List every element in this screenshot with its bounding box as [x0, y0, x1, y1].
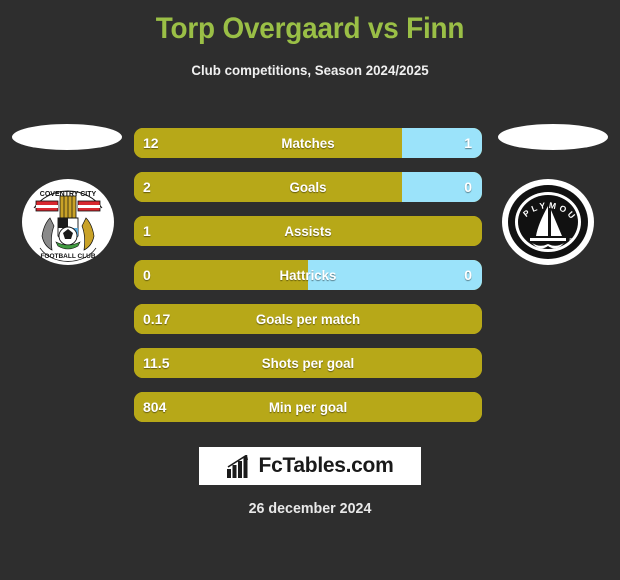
page-subtitle: Club competitions, Season 2024/2025	[191, 62, 429, 78]
stat-row: 2 Goals 0	[134, 172, 482, 202]
stat-row: 0 Hattricks 0	[134, 260, 482, 290]
away-stat-value: 1	[464, 135, 472, 151]
away-team-crest: PLYMOUTH ®	[500, 174, 596, 270]
stat-comparison-card: Torp Overgaard vs Finn Club competitions…	[0, 0, 620, 580]
away-stat-value: 0	[464, 179, 472, 195]
stat-row: 0.17 Goals per match	[134, 304, 482, 334]
svg-text:FOOTBALL CLUB: FOOTBALL CLUB	[40, 253, 95, 260]
date-label: 26 december 2024	[248, 500, 372, 517]
home-crest-backdrop	[12, 124, 122, 150]
stat-row: 804 Min per goal	[134, 392, 482, 422]
away-crest-backdrop	[498, 124, 608, 150]
page-title: Torp Overgaard vs Finn	[155, 12, 465, 45]
stat-label: Goals per match	[255, 311, 361, 327]
away-stat-value: 0	[464, 267, 472, 283]
brand-text: FcTables.com	[258, 454, 394, 477]
stat-rows: 12 Matches 1 2 Goals 0 1 Assists 0 Hattricks 0 0.17…	[134, 128, 482, 436]
stat-row: 1 Assists	[134, 216, 482, 246]
stat-label: Assists	[284, 223, 332, 239]
svg-text:®: ®	[569, 237, 573, 244]
stat-label: Goals	[289, 179, 327, 195]
home-team-crest: COVENTRY CITY FOOTBALL CLUB	[20, 174, 116, 270]
fctables-logo: FcTables.com	[199, 447, 421, 485]
stat-row: 12 Matches 1	[134, 128, 482, 158]
stat-label: Hattricks	[279, 267, 337, 283]
stat-label: Min per goal	[268, 399, 348, 415]
stat-label: Shots per goal	[261, 355, 355, 371]
stat-label: Matches	[281, 135, 335, 151]
stat-row: 11.5 Shots per goal	[134, 348, 482, 378]
bar-chart-icon	[226, 454, 248, 478]
